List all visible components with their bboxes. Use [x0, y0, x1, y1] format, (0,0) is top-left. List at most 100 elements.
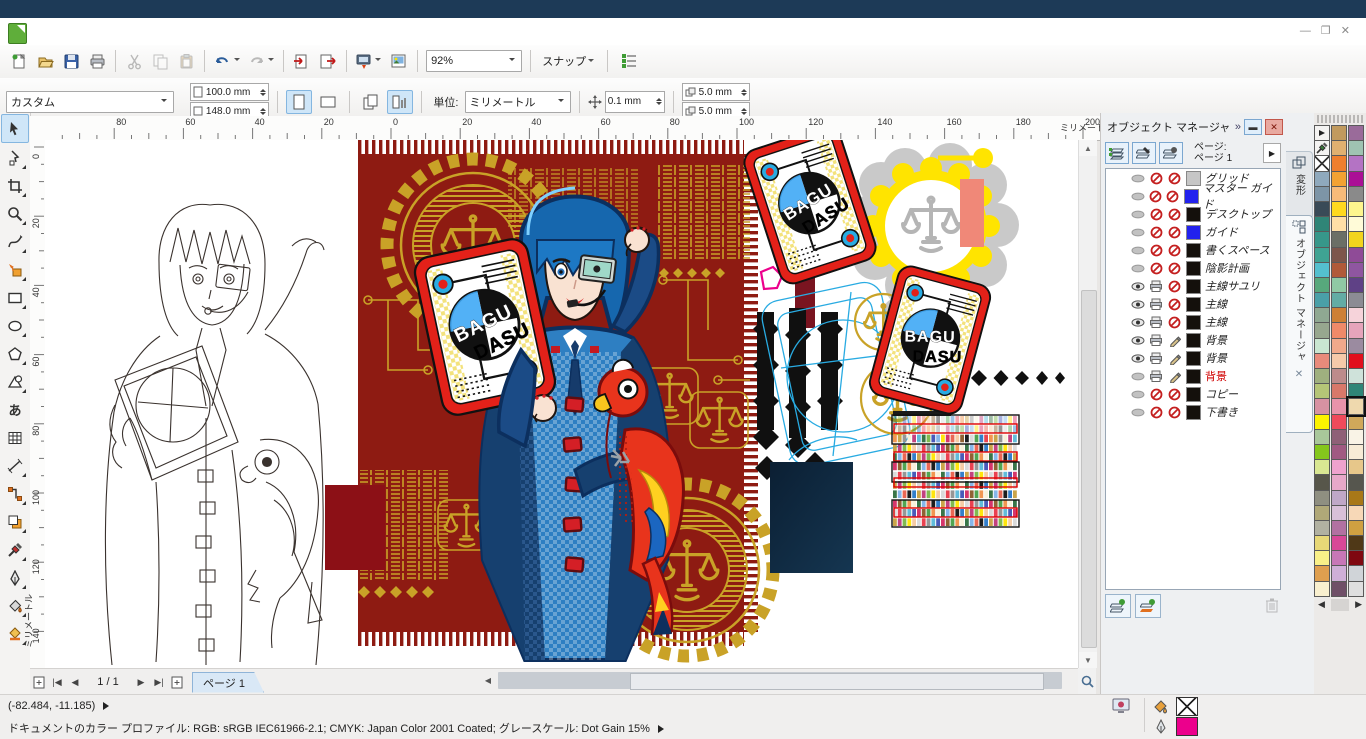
- palette-swatch[interactable]: [1347, 292, 1364, 309]
- palette-swatch[interactable]: [1347, 231, 1364, 248]
- horizontal-scroll-thumb[interactable]: [630, 673, 1044, 690]
- import-button[interactable]: [290, 49, 314, 73]
- tool-zoom[interactable]: [2, 200, 28, 227]
- palette-swatch[interactable]: [1347, 550, 1364, 567]
- layer-color-swatch[interactable]: [1186, 224, 1201, 240]
- layer-visibility-icon[interactable]: [1130, 190, 1145, 203]
- layer-edit-icon[interactable]: [1166, 298, 1182, 311]
- layer-color-swatch[interactable]: [1186, 350, 1201, 366]
- layer-visibility-icon[interactable]: [1130, 316, 1146, 329]
- drawing-canvas[interactable]: BAGU DASU: [45, 140, 1078, 668]
- tool-shape[interactable]: [2, 144, 28, 171]
- tool-drop-shadow[interactable]: [2, 508, 28, 535]
- add-page-after-button[interactable]: [168, 673, 186, 691]
- print-button[interactable]: [85, 49, 109, 73]
- layer-row-4[interactable]: 書くスペース: [1106, 241, 1280, 259]
- palette-swatch[interactable]: [1330, 368, 1347, 385]
- layer-edit-icon[interactable]: [1166, 370, 1182, 383]
- palette-swatch[interactable]: [1330, 292, 1347, 309]
- layer-color-swatch[interactable]: [1186, 404, 1201, 420]
- layer-print-icon[interactable]: [1147, 190, 1162, 203]
- palette-swatch[interactable]: [1330, 322, 1347, 339]
- palette-swatch[interactable]: [1330, 535, 1347, 552]
- palette-swatch[interactable]: [1347, 352, 1364, 369]
- proof-colors-icon[interactable]: [1112, 698, 1130, 717]
- layer-visibility-icon[interactable]: [1130, 406, 1146, 419]
- palette-swatch[interactable]: [1347, 443, 1364, 461]
- layer-print-icon[interactable]: [1148, 298, 1164, 311]
- palette-swatch[interactable]: [1313, 170, 1330, 187]
- new-layer-button[interactable]: [1105, 594, 1131, 618]
- palette-swatch[interactable]: [1313, 337, 1330, 354]
- palette-scroll-right[interactable]: ▶: [1355, 599, 1362, 610]
- palette-scroll-box[interactable]: [1331, 598, 1349, 611]
- zoom-corner-button[interactable]: [1078, 668, 1096, 694]
- palette-swatch[interactable]: [1347, 170, 1364, 187]
- layer-name[interactable]: 陰影計画: [1205, 260, 1249, 276]
- restore-button[interactable]: ❐: [1321, 25, 1341, 37]
- layer-edit-icon[interactable]: [1166, 316, 1182, 329]
- color-chart-object[interactable]: [891, 411, 1020, 528]
- copy-button[interactable]: [148, 49, 172, 73]
- palette-swatch[interactable]: [1330, 125, 1347, 142]
- layer-name[interactable]: 背景: [1205, 368, 1227, 384]
- layer-row-8[interactable]: 主線: [1106, 313, 1280, 331]
- palette-swatch[interactable]: [1313, 216, 1330, 233]
- page-width-field[interactable]: 100.0 mm: [190, 83, 269, 101]
- canvas-artwork[interactable]: BAGU DASU: [45, 140, 1078, 668]
- tool-table[interactable]: [2, 424, 28, 451]
- window-controls[interactable]: —❐✕: [1300, 24, 1360, 37]
- palette-swatch[interactable]: [1330, 307, 1347, 324]
- layer-edit-icon[interactable]: [1166, 226, 1182, 239]
- palette-scroll-left[interactable]: ◀: [1318, 599, 1325, 610]
- layer-visibility-icon[interactable]: [1130, 388, 1146, 401]
- new-master-layer-button[interactable]: [1135, 594, 1161, 618]
- layer-visibility-icon[interactable]: [1130, 370, 1146, 383]
- palette-swatch[interactable]: [1313, 519, 1330, 537]
- layer-edit-icon[interactable]: [1166, 334, 1182, 347]
- landscape-button[interactable]: [315, 90, 341, 114]
- portrait-button[interactable]: [286, 89, 313, 114]
- palette-swatch[interactable]: [1313, 276, 1330, 294]
- save-button[interactable]: [59, 49, 83, 73]
- next-page-button[interactable]: ▶: [132, 673, 150, 691]
- tool-pick[interactable]: [1, 114, 29, 143]
- layer-edit-icon[interactable]: [1166, 280, 1182, 293]
- layer-color-swatch[interactable]: [1186, 368, 1201, 384]
- palette-swatch[interactable]: [1313, 261, 1330, 278]
- palette-eyedropper-cell[interactable]: [1313, 140, 1330, 157]
- palette-swatch[interactable]: [1313, 413, 1330, 430]
- minimize-button[interactable]: —: [1300, 25, 1321, 37]
- palette-swatch[interactable]: [1347, 535, 1364, 552]
- layer-row-11[interactable]: 背景: [1106, 367, 1280, 385]
- layer-visibility-icon[interactable]: [1130, 352, 1146, 365]
- scroll-down-arrow[interactable]: ▼: [1079, 652, 1097, 668]
- layer-print-icon[interactable]: [1148, 316, 1164, 329]
- close-button[interactable]: ✕: [1341, 25, 1360, 37]
- palette-swatch[interactable]: [1330, 140, 1347, 157]
- palette-swatch[interactable]: [1313, 246, 1330, 263]
- palette-swatch[interactable]: [1330, 216, 1347, 233]
- tool-polygon[interactable]: [2, 340, 28, 367]
- layer-print-icon[interactable]: [1148, 172, 1164, 185]
- palette-swatch[interactable]: [1330, 155, 1347, 172]
- layer-row-9[interactable]: 背景: [1106, 331, 1280, 349]
- docker-chevron[interactable]: »: [1235, 121, 1241, 133]
- fill-indicator[interactable]: [1152, 697, 1198, 716]
- palette-swatch[interactable]: [1313, 580, 1330, 597]
- palette-swatch[interactable]: [1313, 428, 1330, 445]
- palette-swatch[interactable]: [1347, 200, 1364, 218]
- layer-print-icon[interactable]: [1148, 226, 1164, 239]
- layer-name[interactable]: 主線サユリ: [1205, 278, 1260, 294]
- palette-dr0ag-handle[interactable]: [1317, 115, 1363, 123]
- layer-print-icon[interactable]: [1148, 244, 1164, 257]
- paste-button[interactable]: [174, 49, 198, 73]
- app-launcher-button[interactable]: [353, 49, 385, 73]
- palette-swatch[interactable]: [1313, 459, 1330, 476]
- palette-swatch[interactable]: [1330, 459, 1347, 476]
- palette-swatch[interactable]: [1313, 550, 1330, 567]
- tool-smart-fill[interactable]: [2, 256, 28, 283]
- layer-visibility-icon[interactable]: [1130, 172, 1146, 185]
- palette-swatch[interactable]: [1330, 246, 1347, 263]
- snap-dropdown[interactable]: スナップ: [542, 56, 596, 68]
